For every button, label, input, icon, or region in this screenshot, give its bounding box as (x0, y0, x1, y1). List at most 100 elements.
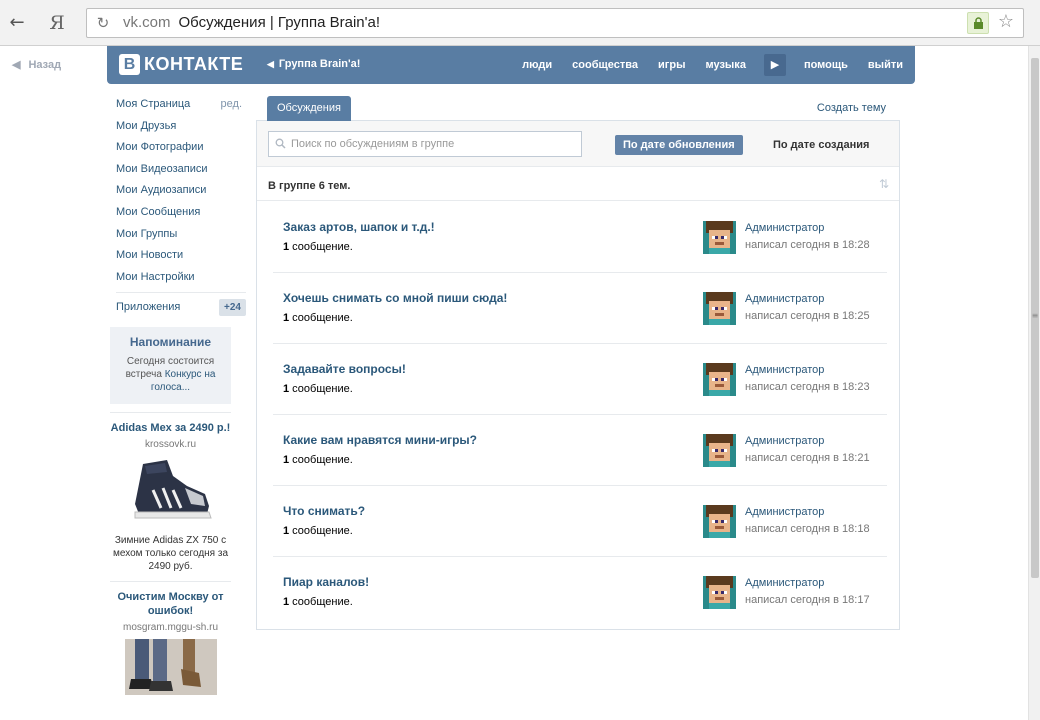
avatar[interactable] (703, 221, 736, 254)
yandex-icon[interactable]: Я (44, 10, 70, 36)
vk-logo[interactable]: В КОНТАКТЕ (119, 54, 243, 76)
left-triangle-icon: ◀ (267, 59, 274, 69)
page-back-link[interactable]: ◀ Назад (12, 58, 61, 71)
topic-row[interactable]: Пиар каналов! 1 сообщение. Администратор… (273, 557, 887, 628)
topic-title[interactable]: Задавайте вопросы! (283, 362, 406, 376)
url-text[interactable]: vk.com Обсуждения | Группа Brain'a! (123, 9, 380, 37)
topic-author[interactable]: Администратор (745, 506, 824, 518)
topic-count-label: сообщение. (289, 525, 353, 537)
menu-more-arrow-icon[interactable]: ▶ (763, 54, 786, 76)
topic-row[interactable]: Какие вам нравятся мини-игры? 1 сообщени… (273, 415, 887, 486)
sidebar-item-photos[interactable]: Мои Фотографии (110, 137, 246, 159)
topic-title[interactable]: Заказ артов, шапок и т.д.! (283, 220, 435, 234)
group-back-link[interactable]: ◀ Группа Brain'a! (267, 58, 360, 70)
group-back-label: Группа Brain'a! (278, 58, 361, 70)
address-bar[interactable]: ↻ vk.com Обсуждения | Группа Brain'a! ☆ (86, 8, 1024, 38)
sort-by-update-button[interactable]: По дате обновления (615, 135, 743, 155)
page-scrollbar[interactable]: ≡ (1028, 46, 1040, 720)
menu-help[interactable]: помощь (794, 46, 858, 84)
edit-link[interactable]: ред. (221, 94, 242, 116)
topic-author[interactable]: Администратор (745, 577, 824, 589)
topics-count-row: В группе 6 тем. ⇅ (257, 167, 899, 201)
sort-arrows-icon[interactable]: ⇅ (879, 177, 889, 191)
search-icon (275, 138, 286, 149)
ad-domain: krossovk.ru (144, 438, 197, 450)
reminder-title: Напоминание (129, 334, 212, 349)
topics-count: В группе 6 тем. (268, 180, 351, 192)
tab-discussions[interactable]: Обсуждения (267, 96, 351, 121)
sidebar-item-videos[interactable]: Мои Видеозаписи (110, 159, 246, 181)
sidebar-item-news[interactable]: Мои Новости (110, 245, 246, 267)
avatar[interactable] (703, 292, 736, 325)
sort-by-created-button[interactable]: По дате создания (773, 135, 869, 155)
ad-title[interactable]: Очистим Москву от ошибок! (110, 590, 231, 618)
topic-count-label: сообщение. (289, 454, 353, 466)
topic-row[interactable]: Задавайте вопросы! 1 сообщение. Админист… (273, 344, 887, 415)
sidebar-item-messages[interactable]: Мои Сообщения (110, 202, 246, 224)
ad-text: Зимние Adidas ZX 750 с мехом только сего… (112, 534, 229, 572)
vk-logo-letter: В (119, 54, 140, 75)
browser-toolbar: ← Я ↻ vk.com Обсуждения | Группа Brain'a!… (0, 0, 1040, 46)
avatar[interactable] (703, 434, 736, 467)
discussions-panel: Обсуждения Создать тему Поиск по обсужде… (256, 94, 900, 630)
avatar[interactable] (703, 505, 736, 538)
topic-message-count: 1 сообщение. (283, 525, 353, 537)
sidebar-item-settings[interactable]: Мои Настройки (110, 267, 246, 289)
discussions-box: Поиск по обсуждениям в группе По дате об… (256, 121, 900, 630)
menu-logout[interactable]: выйти (858, 46, 915, 84)
topic-author[interactable]: Администратор (745, 293, 824, 305)
avatar[interactable] (703, 576, 736, 609)
sidebar-item-groups[interactable]: Мои Группы (110, 224, 246, 246)
back-arrow-icon[interactable]: ← (4, 10, 30, 36)
topic-row[interactable]: Хочешь снимать со мной пиши сюда! 1 сооб… (273, 273, 887, 344)
menu-music[interactable]: музыка (695, 46, 755, 84)
topic-title[interactable]: Что снимать? (283, 504, 365, 518)
sidebar-item-my-page[interactable]: Моя Страница ред. (110, 94, 246, 116)
sidebar-item-apps[interactable]: Приложения +24 (110, 297, 246, 319)
topic-row[interactable]: Заказ артов, шапок и т.д.! 1 сообщение. … (273, 202, 887, 273)
bookmark-star-icon[interactable]: ☆ (995, 11, 1017, 33)
tab-bar: Обсуждения Создать тему (256, 94, 900, 121)
topic-author[interactable]: Администратор (745, 364, 824, 376)
sidebar-item-audio[interactable]: Мои Аудиозаписи (110, 180, 246, 202)
topic-list: Заказ артов, шапок и т.д.! 1 сообщение. … (257, 202, 899, 628)
create-topic-link[interactable]: Создать тему (817, 102, 886, 114)
sidebar-item-friends[interactable]: Мои Друзья (110, 116, 246, 138)
ad-image[interactable] (124, 638, 217, 695)
topic-message-count: 1 сообщение. (283, 596, 353, 608)
topic-title[interactable]: Пиар каналов! (283, 575, 369, 589)
topic-author[interactable]: Администратор (745, 222, 824, 234)
topic-last-time: написал сегодня в 18:25 (745, 310, 870, 322)
sidebar-item-label: Моя Страница (116, 98, 191, 110)
ad-block-adidas[interactable]: Adidas Mex за 2490 р.! krossovk.ru Зимни… (110, 411, 231, 573)
topic-message-count: 1 сообщение. (283, 241, 353, 253)
page: ◀ Назад В КОНТАКТЕ ◀ Группа Brain'a! люди с… (0, 46, 1028, 720)
menu-people[interactable]: люди (512, 46, 562, 84)
topic-row[interactable]: Что снимать? 1 сообщение. Администратор … (273, 486, 887, 557)
lock-icon[interactable] (967, 12, 989, 34)
avatar[interactable] (703, 363, 736, 396)
ad-title[interactable]: Adidas Mex за 2490 р.! (110, 421, 231, 435)
ad-block-moscow[interactable]: Очистим Москву от ошибок! mosgram.mggu-s… (110, 580, 231, 695)
search-row: Поиск по обсуждениям в группе По дате об… (257, 121, 899, 167)
topic-title[interactable]: Какие вам нравятся мини-игры? (283, 433, 477, 447)
topic-title[interactable]: Хочешь снимать со мной пиши сюда! (283, 291, 507, 305)
vk-header: В КОНТАКТЕ ◀ Группа Brain'a! люди сообщест… (107, 46, 915, 84)
url-domain: vk.com (123, 14, 171, 31)
vk-logo-text: КОНТАКТЕ (144, 54, 244, 74)
back-triangle-icon: ◀ (12, 59, 21, 71)
topic-last-time: написал сегодня в 18:28 (745, 239, 870, 251)
menu-communities[interactable]: сообщества (562, 46, 648, 84)
topic-author[interactable]: Администратор (745, 435, 824, 447)
apps-count-badge: +24 (219, 299, 246, 317)
topic-message-count: 1 сообщение. (283, 312, 353, 324)
sneaker-image[interactable] (125, 456, 217, 526)
ad-domain: mosgram.mggu-sh.ru (122, 621, 219, 633)
topic-last-time: написал сегодня в 18:17 (745, 594, 870, 606)
search-input[interactable]: Поиск по обсуждениям в группе (268, 131, 582, 157)
sidebar-item-label: Приложения (116, 301, 181, 314)
menu-games[interactable]: игры (648, 46, 695, 84)
reload-icon[interactable]: ↻ (93, 13, 113, 33)
left-sidebar: Моя Страница ред. Мои Друзья Мои Фотогра… (110, 94, 246, 703)
sidebar-divider (116, 292, 246, 294)
